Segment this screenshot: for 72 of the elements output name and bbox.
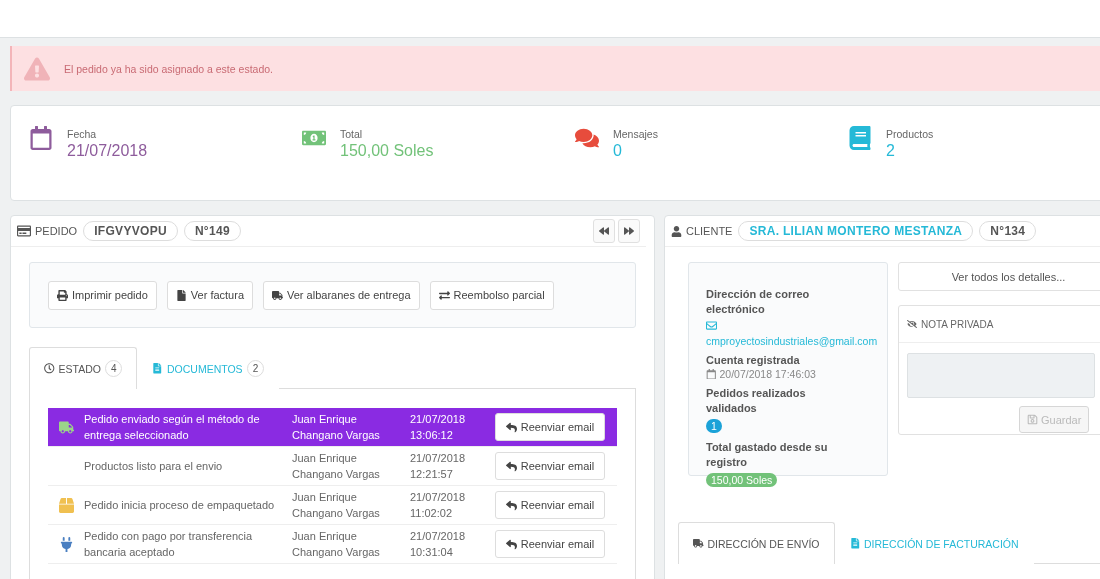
date-cell-text: 21/07/2018 12:21:57	[410, 451, 467, 482]
box-icon	[58, 497, 74, 513]
reply-icon	[505, 499, 517, 511]
employee-cell-text: Juan Enrique Changano Vargas	[292, 451, 381, 482]
panel-title: CLIENTE	[686, 225, 733, 237]
tab[interactable]: DIRECCIÓN DE ENVÍO	[678, 522, 835, 564]
envelope-icon	[706, 320, 717, 331]
status-cell-text: Productos listo para el envio	[84, 459, 224, 474]
truck-icon	[693, 538, 704, 549]
info-label: Pedidos realizados validados	[706, 386, 807, 416]
tab[interactable]: ESTADO 4	[29, 347, 138, 389]
truck-icon	[272, 289, 283, 301]
status-cell-text: Pedido inicia proceso de empaquetado	[84, 498, 276, 513]
action-button[interactable]: Ver factura	[166, 280, 253, 310]
action-button[interactable]: Ver albaranes de entrega	[263, 280, 420, 310]
document-icon	[849, 538, 860, 549]
document-icon	[152, 363, 163, 374]
status-cell-text: Pedido enviado según el método de entrega seleccionado	[84, 412, 261, 443]
panel-title: PEDIDO	[35, 225, 78, 237]
note-field[interactable]	[907, 353, 1095, 398]
arrows-icon	[438, 289, 450, 301]
fast-forward-icon	[624, 226, 634, 236]
plug-icon	[58, 536, 74, 552]
card-icon	[17, 224, 31, 238]
book-icon	[848, 126, 872, 150]
alert-message: El pedido ya ha sido asignado a este estado.	[64, 62, 273, 75]
status-cell-text: Pedido con pago por transferencia bancaria aceptado	[84, 529, 254, 560]
kpi-label: Fecha	[67, 128, 98, 140]
action-button[interactable]: Reembolso parcial	[429, 280, 554, 310]
calendar-icon	[706, 368, 717, 380]
save-icon	[1027, 414, 1038, 425]
info-label: Dirección de correo electrónico	[706, 287, 811, 317]
view-details-button[interactable]: Ver todos los detalles...	[898, 262, 1100, 291]
eye-slash-icon	[907, 319, 917, 329]
orders-count-badge: 1	[706, 419, 722, 433]
resend-email-button[interactable]: Reenviar email	[495, 491, 605, 519]
kpi-value: 2	[886, 142, 896, 160]
reply-icon	[505, 460, 517, 472]
resend-email-button[interactable]: Reenviar email	[495, 530, 605, 558]
previous-order-button[interactable]	[593, 219, 615, 243]
total-spent-badge: 150,00 Soles	[706, 473, 778, 487]
resend-email-button[interactable]: Reenviar email	[495, 413, 605, 441]
kpi-value: 150,00 Soles	[340, 142, 434, 160]
rewind-icon	[599, 226, 609, 236]
date-cell-text: 21/07/2018 11:02:02	[410, 490, 467, 521]
user-icon	[671, 225, 682, 237]
clock-icon	[44, 363, 55, 374]
reply-icon	[505, 421, 517, 433]
next-order-button[interactable]	[618, 219, 640, 243]
printer-icon	[57, 289, 68, 301]
info-label: Total gastado desde su registro	[706, 440, 829, 470]
reply-icon	[505, 538, 517, 550]
calendar-icon	[29, 126, 53, 150]
warning-icon	[24, 55, 50, 82]
employee-cell-text: Juan Enrique Changano Vargas	[292, 529, 381, 560]
kpi-label: Productos	[886, 128, 934, 140]
employee-cell-text: Juan Enrique Changano Vargas	[292, 490, 381, 521]
registered-date: 20/07/2018 17:46:03	[719, 368, 816, 380]
kpi-value: 0	[613, 142, 623, 160]
kpi-value: 21/07/2018	[67, 142, 148, 160]
file-icon	[175, 289, 187, 301]
truck-icon	[58, 419, 74, 435]
chat-bubbles-icon	[575, 126, 599, 150]
employee-cell-text: Juan Enrique Changano Vargas	[292, 412, 381, 443]
note-title: NOTA PRIVADA	[921, 318, 994, 330]
date-cell-text: 21/07/2018 10:31:04	[410, 529, 467, 560]
kpi-label: Total	[340, 128, 364, 140]
resend-email-button[interactable]: Reenviar email	[495, 452, 605, 480]
info-label: Cuenta registrada	[706, 353, 801, 368]
kpi-label: Mensajes	[613, 128, 658, 140]
date-cell-text: 21/07/2018 13:06:12	[410, 412, 467, 443]
action-button[interactable]: Imprimir pedido	[48, 280, 157, 310]
